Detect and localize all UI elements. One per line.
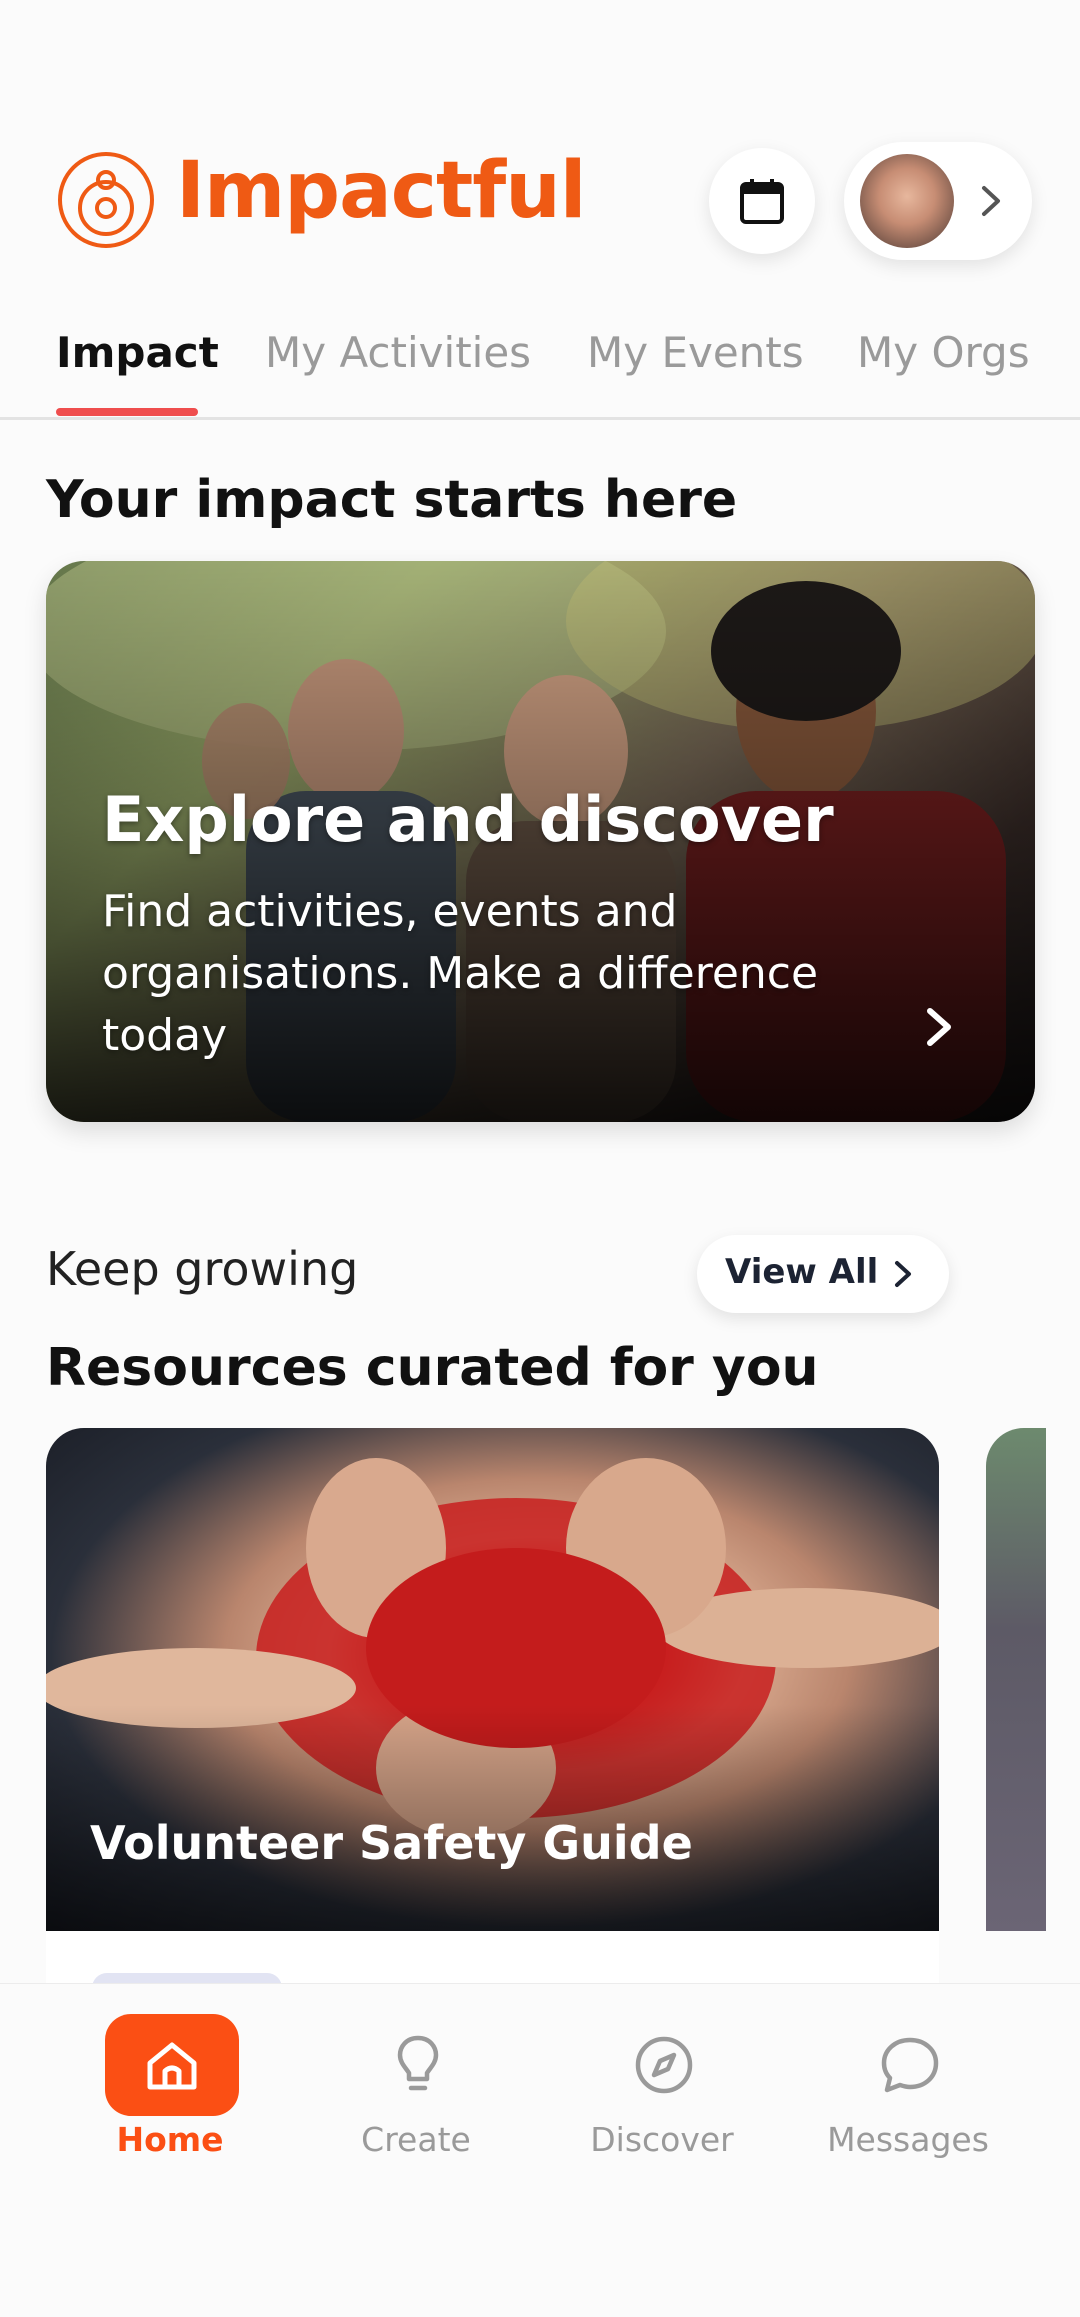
nav-home-label: Home (116, 2120, 224, 2159)
resource-title: Volunteer Safety Guide (90, 1816, 693, 1870)
avatar (860, 154, 954, 248)
nav-messages-label: Messages (827, 2120, 989, 2159)
chevron-right-icon (895, 1261, 911, 1287)
chevron-right-icon (927, 1008, 951, 1046)
tab-my-orgs[interactable]: My Orgs (857, 328, 1030, 377)
hero-title: Explore and discover (102, 783, 834, 856)
home-icon-container (105, 2014, 239, 2116)
tab-my-events[interactable]: My Events (587, 328, 804, 377)
home-icon (147, 2042, 197, 2090)
tab-impact[interactable]: Impact (56, 328, 219, 377)
compass-icon (635, 2036, 693, 2094)
tab-my-activities[interactable]: My Activities (265, 328, 531, 377)
active-tab-indicator (56, 408, 198, 416)
resources-heading: Resources curated for you (46, 1338, 819, 1398)
calendar-button[interactable] (709, 148, 815, 254)
nav-create[interactable]: Create (316, 2014, 516, 2164)
chat-bubble-icon (881, 2037, 939, 2093)
chat-bubble-icon-container (843, 2014, 977, 2116)
resource-card-next[interactable] (986, 1428, 1046, 1931)
nav-home[interactable]: Home (70, 2014, 270, 2164)
hero-description: Find activities, events and organisation… (102, 886, 819, 1061)
view-all-label: View All (725, 1252, 879, 1292)
lightbulb-icon-container (351, 2014, 485, 2116)
nav-discover[interactable]: Discover (562, 2014, 762, 2164)
nav-messages[interactable]: Messages (808, 2014, 1008, 2164)
chevron-right-icon (982, 186, 1000, 216)
calendar-icon (740, 179, 784, 224)
view-all-button[interactable]: View All (697, 1235, 949, 1313)
bottom-navigation: Home Create Discover Messages (0, 1983, 1080, 2317)
lightbulb-icon (397, 2035, 439, 2091)
tabs-divider (0, 417, 1080, 420)
impact-heading: Your impact starts here (46, 470, 738, 530)
keep-growing-label: Keep growing (46, 1242, 359, 1296)
impactful-logo-icon (58, 152, 154, 248)
nav-discover-label: Discover (590, 2120, 734, 2159)
app-logo-text: Impactful (176, 146, 586, 236)
resource-card[interactable]: Volunteer Safety Guide (46, 1428, 939, 1988)
explore-discover-card[interactable]: Explore and discover Find activities, ev… (46, 561, 1035, 1122)
nav-create-label: Create (361, 2120, 471, 2159)
compass-icon-container (597, 2014, 731, 2116)
tab-bar: Impact My Activities My Events My Orgs (0, 310, 1080, 420)
profile-button[interactable] (844, 142, 1032, 260)
